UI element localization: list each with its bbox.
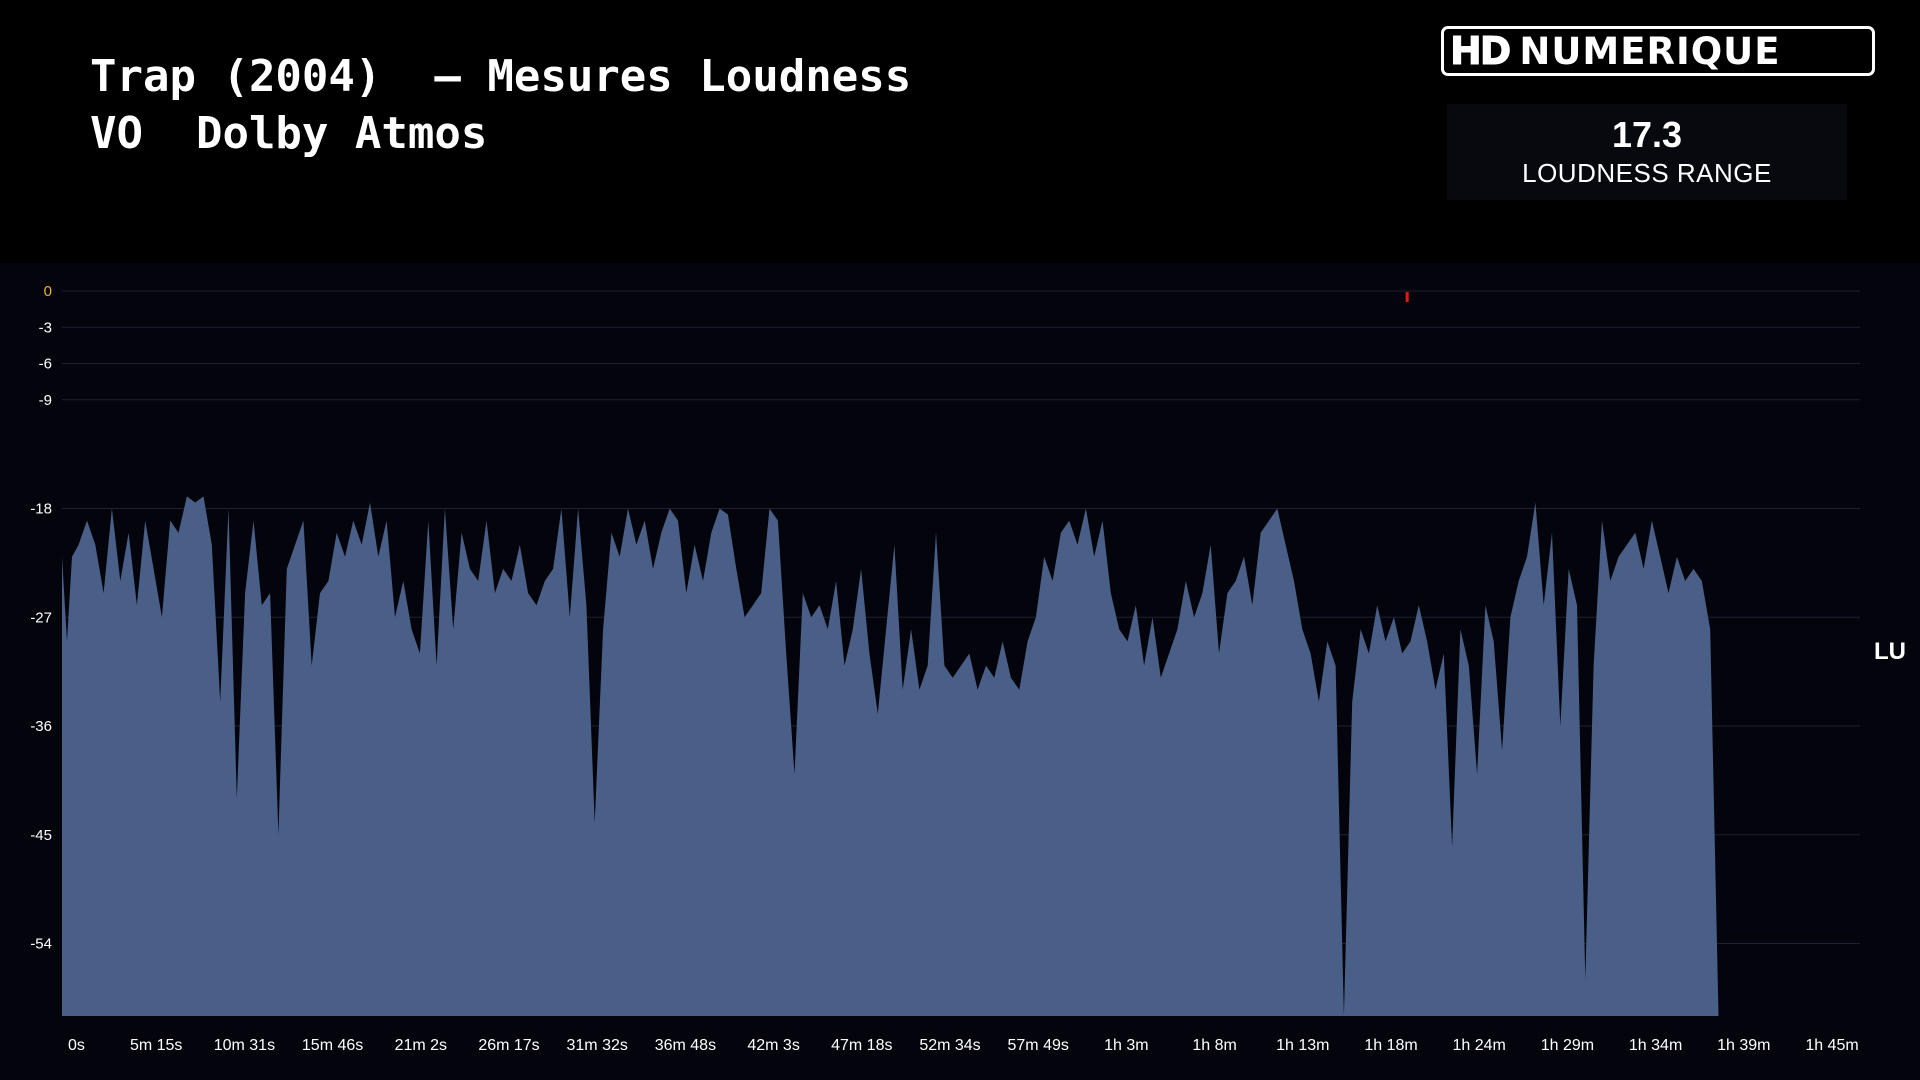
y-tick-label: -3 — [39, 319, 52, 336]
logo-hd-mark: HD — [1449, 29, 1511, 74]
y-tick-label: 0 — [44, 283, 52, 300]
x-tick-label: 5m 15s — [130, 1037, 182, 1054]
logo-wordmark: NUMERIQUE — [1519, 29, 1781, 73]
loudness-chart: 0 -3 -6 -9 -18 -27 -36 -45 -54 0s 5m 15s 10m 31s 15… — [0, 263, 1920, 1080]
loudness-range-panel: 17.3 LOUDNESS RANGE — [1447, 104, 1847, 200]
title-line-2: VO Dolby Atmos — [90, 108, 488, 159]
x-tick-label: 1h 18m — [1364, 1037, 1417, 1054]
x-tick-label: 1h 29m — [1541, 1037, 1594, 1054]
y-tick-label: -27 — [30, 609, 52, 626]
y-tick-label: -45 — [30, 827, 52, 844]
x-tick-label: 1h 8m — [1192, 1037, 1236, 1054]
x-tick-label: 21m 2s — [395, 1037, 447, 1054]
x-tick-label: 36m 48s — [655, 1037, 716, 1054]
loudness-range-label: LOUDNESS RANGE — [1522, 158, 1772, 188]
x-tick-label: 42m 3s — [747, 1037, 799, 1054]
x-tick-label: 1h 3m — [1104, 1037, 1148, 1054]
x-tick-label: 0s — [68, 1037, 85, 1054]
x-tick-label: 1h 39m — [1717, 1037, 1770, 1054]
y-tick-label: -9 — [39, 392, 52, 409]
x-tick-label: 47m 18s — [831, 1037, 892, 1054]
x-tick-label: 1h 24m — [1453, 1037, 1506, 1054]
chart-title: Trap (2004) – Mesures Loudness VO Dolby A… — [90, 48, 911, 162]
title-line-1: Trap (2004) – Mesures Loudness — [90, 51, 912, 102]
x-tick-label: 1h 34m — [1629, 1037, 1682, 1054]
x-tick-label: 10m 31s — [214, 1037, 275, 1054]
x-tick-label: 31m 32s — [567, 1037, 628, 1054]
x-tick-label: 1h 45m — [1805, 1037, 1858, 1054]
y-tick-label: -36 — [30, 718, 52, 735]
x-axis-ticks: 0s 5m 15s 10m 31s 15m 46s 21m 2s 26m 17s 31m 3… — [68, 1037, 1859, 1054]
x-tick-label: 52m 34s — [919, 1037, 980, 1054]
y-tick-label: -18 — [30, 501, 52, 518]
y-axis-unit-label: LU — [1874, 638, 1906, 665]
peak-marker — [1405, 292, 1409, 303]
hd-numerique-logo: HD NUMERIQUE — [1441, 26, 1875, 76]
x-tick-label: 15m 46s — [302, 1037, 363, 1054]
x-tick-label: 57m 49s — [1008, 1037, 1069, 1054]
loudness-range-value: 17.3 — [1611, 114, 1683, 155]
y-tick-label: -6 — [39, 356, 52, 373]
y-tick-label: -54 — [30, 936, 52, 953]
x-tick-label: 1h 13m — [1276, 1037, 1329, 1054]
x-tick-label: 26m 17s — [478, 1037, 539, 1054]
